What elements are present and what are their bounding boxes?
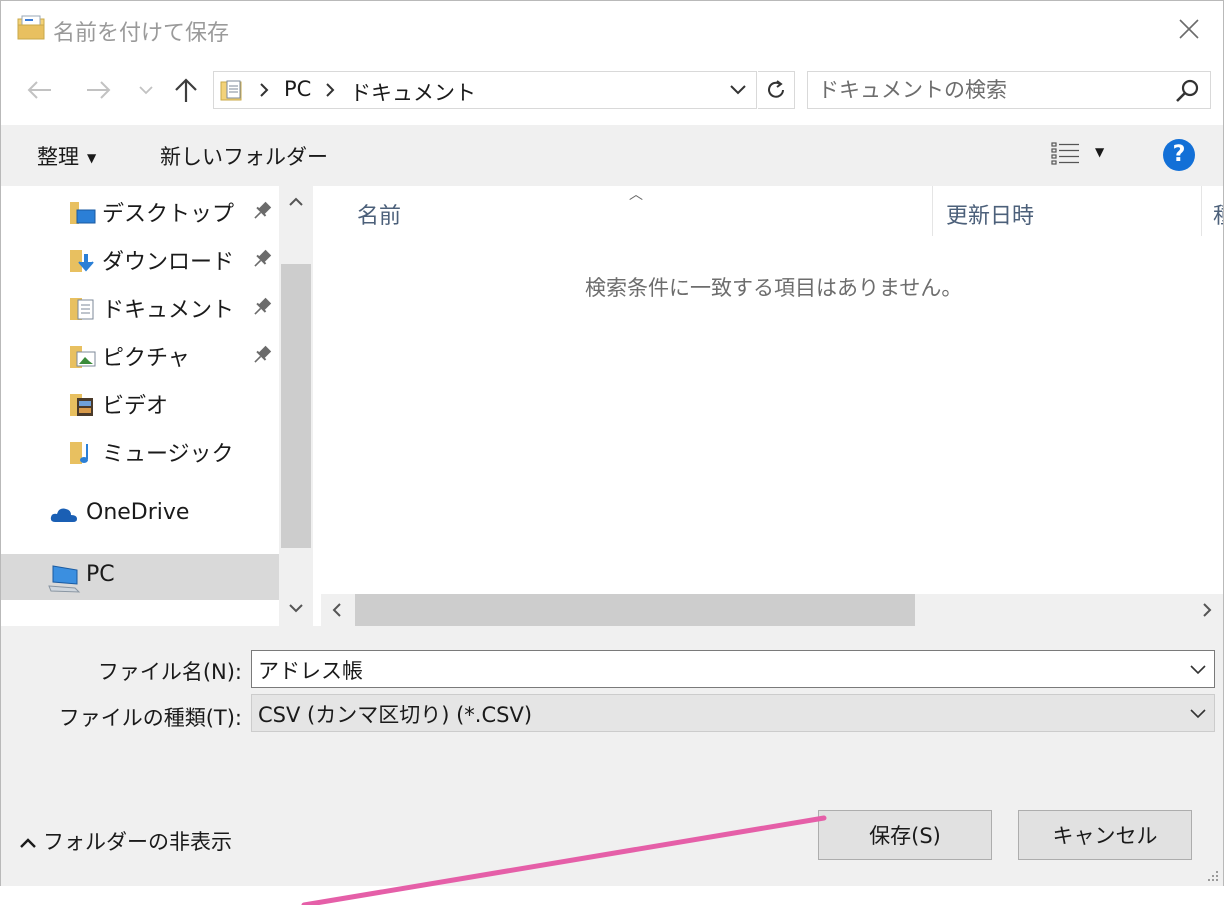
sidebar-item-downloads[interactable]: ダウンロード [1, 236, 279, 282]
downloads-folder-icon [70, 250, 94, 272]
close-icon [1179, 19, 1199, 39]
refresh-button[interactable] [758, 71, 795, 109]
hide-folders-label: フォルダーの非表示 [43, 830, 232, 854]
filename-label: ファイル名(N): [97, 660, 242, 684]
address-dropdown-button[interactable] [724, 76, 752, 104]
recent-locations-button[interactable] [131, 75, 161, 105]
search-input[interactable] [818, 76, 1158, 104]
chevron-down-icon[interactable] [1188, 703, 1208, 723]
forward-button[interactable] [83, 75, 113, 105]
file-list: ︿ 名前 更新日時 種 検索条件に一致する項目はありません。 [317, 186, 1223, 626]
scroll-left-icon[interactable] [329, 600, 345, 620]
organize-label: 整理 [37, 145, 79, 169]
sidebar-item-label: PC [86, 562, 115, 587]
onedrive-icon [50, 508, 77, 522]
view-options-icon[interactable] [1051, 141, 1081, 169]
search-box[interactable] [807, 71, 1211, 109]
pin-icon[interactable] [251, 248, 273, 270]
search-icon[interactable] [1174, 78, 1200, 104]
filetype-label: ファイルの種類(T): [58, 706, 242, 730]
column-divider[interactable] [932, 186, 933, 236]
hide-folders-toggle[interactable]: フォルダーの非表示 [19, 826, 232, 856]
organize-menu[interactable]: 整理 ▼ [37, 141, 96, 171]
save-as-dialog: 名前を付けて保存 PC ドキュメント ドキュメントの検索 整理 ▼ 新しいフォル… [0, 0, 1224, 886]
save-button[interactable]: 保存(S) [818, 810, 992, 860]
sidebar-item-onedrive[interactable]: OneDrive [1, 492, 279, 538]
chevron-down-icon [730, 85, 746, 95]
navigation-bar: PC ドキュメント [1, 57, 1223, 125]
up-arrow-icon [175, 78, 197, 102]
scroll-up-icon[interactable] [287, 194, 305, 210]
sidebar-item-label: ビデオ [102, 394, 169, 419]
videos-folder-icon [70, 394, 93, 416]
scroll-down-icon[interactable] [287, 600, 305, 616]
pictures-folder-icon [70, 346, 96, 368]
up-button[interactable] [171, 75, 201, 105]
empty-list-message: 検索条件に一致する項目はありません。 [585, 276, 963, 300]
chevron-right-icon [260, 83, 269, 97]
sidebar-item-label: ドキュメント [102, 298, 235, 323]
back-button[interactable] [25, 75, 55, 105]
chevron-up-icon [20, 838, 36, 848]
navigation-pane: デスクトップ ダウンロード ドキュメント ピクチャ ビデオ ミュージック One… [1, 186, 313, 626]
documents-folder-icon [220, 80, 242, 101]
sidebar-item-label: ミュージック [102, 442, 234, 467]
sidebar-item-pictures[interactable]: ピクチャ [1, 332, 279, 378]
desktop-folder-icon [70, 202, 96, 224]
filetype-value: CSV (カンマ区切り) (*.CSV) [258, 703, 533, 727]
command-bar: 整理 ▼ 新しいフォルダー ▼ ? [1, 125, 1223, 186]
sidebar-item-label: デスクトップ [102, 202, 235, 227]
sidebar-item-label: ピクチャ [102, 346, 190, 371]
scroll-right-icon[interactable] [1199, 600, 1215, 620]
title-bar: 名前を付けて保存 [1, 1, 1223, 57]
filename-field[interactable]: アドレス帳 [251, 650, 1215, 688]
close-button[interactable] [1169, 11, 1209, 47]
save-dialog-icon [17, 15, 45, 40]
filetype-select[interactable]: CSV (カンマ区切り) (*.CSV) [251, 694, 1215, 732]
chevron-down-icon [139, 86, 153, 95]
column-divider[interactable] [1201, 186, 1202, 236]
sidebar-item-documents[interactable]: ドキュメント [1, 284, 279, 330]
help-button[interactable]: ? [1163, 139, 1195, 171]
column-header-name[interactable]: 名前 [357, 198, 401, 230]
sidebar-item-pc[interactable]: PC [1, 554, 279, 600]
refresh-icon [768, 80, 784, 98]
address-bar[interactable]: PC ドキュメント [213, 71, 757, 109]
pin-icon[interactable] [251, 344, 273, 366]
window-title: 名前を付けて保存 [53, 21, 230, 46]
sidebar-item-music[interactable]: ミュージック [1, 428, 279, 474]
chevron-down-icon[interactable] [1188, 659, 1208, 679]
column-header-type[interactable]: 種 [1213, 198, 1223, 230]
navigation-pane-scrollbar[interactable] [279, 186, 313, 626]
sidebar-item-videos[interactable]: ビデオ [1, 380, 279, 426]
pc-icon [48, 565, 81, 593]
pin-icon[interactable] [251, 200, 273, 222]
save-options-panel: ファイル名(N): アドレス帳 ファイルの種類(T): CSV (カンマ区切り)… [1, 626, 1223, 886]
sidebar-item-label: OneDrive [86, 500, 190, 525]
chevron-right-icon [326, 83, 335, 97]
new-folder-button[interactable]: 新しいフォルダー [160, 141, 328, 171]
file-list-scrollbar[interactable] [321, 594, 1223, 626]
pin-icon[interactable] [251, 296, 273, 318]
cancel-button[interactable]: キャンセル [1018, 810, 1192, 860]
column-header-modified[interactable]: 更新日時 [946, 198, 1034, 230]
sidebar-item-desktop[interactable]: デスクトップ [1, 188, 279, 234]
caret-down-icon: ▼ [87, 151, 97, 165]
breadcrumb-documents[interactable]: ドキュメント [350, 77, 476, 107]
back-arrow-icon [27, 81, 51, 99]
sort-ascending-icon: ︿ [629, 187, 643, 203]
music-folder-icon [70, 442, 88, 464]
scrollbar-thumb[interactable] [281, 264, 311, 548]
view-dropdown-button[interactable]: ▼ [1095, 145, 1104, 159]
documents-folder-icon [70, 298, 94, 320]
forward-arrow-icon [87, 81, 111, 99]
scrollbar-thumb[interactable] [355, 594, 915, 626]
filename-value[interactable]: アドレス帳 [258, 655, 363, 685]
resize-grip-icon[interactable] [1205, 868, 1219, 882]
sidebar-item-label: ダウンロード [102, 250, 235, 275]
breadcrumb-pc[interactable]: PC [284, 77, 311, 101]
